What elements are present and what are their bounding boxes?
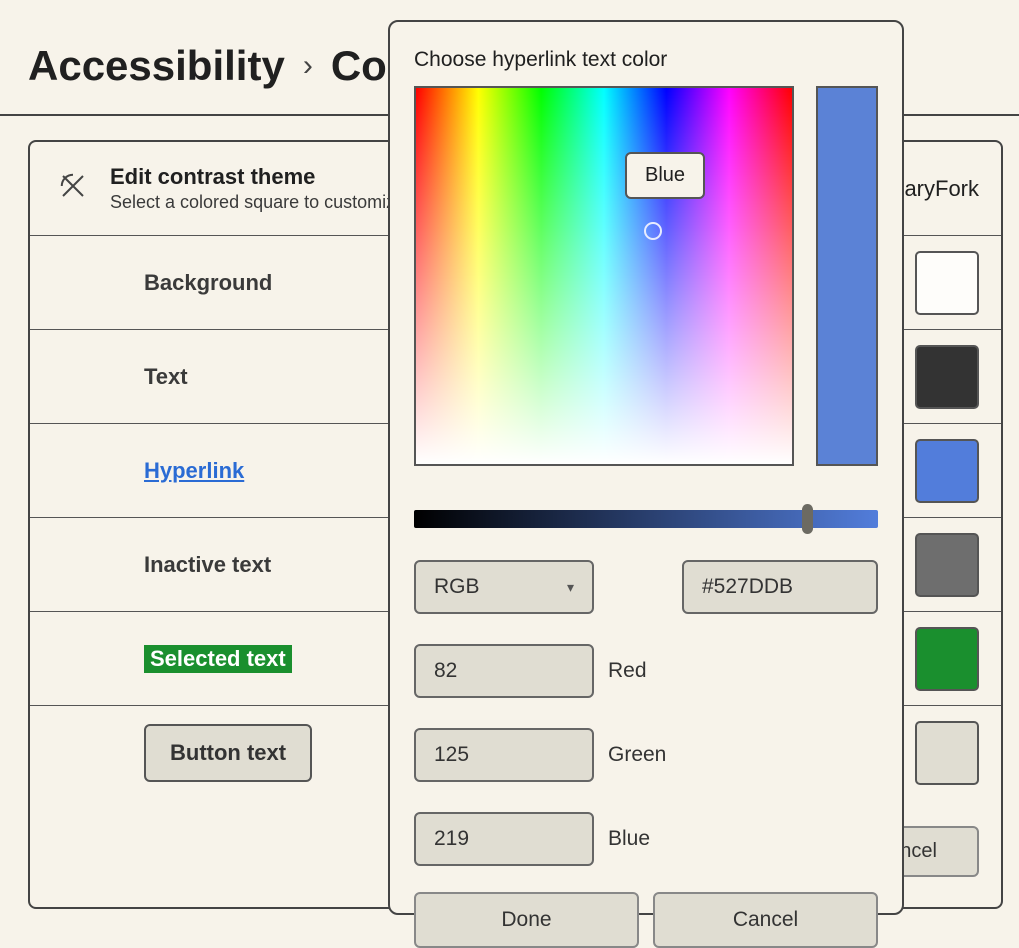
- red-label: Red: [608, 659, 647, 683]
- theme-row-label: Button text: [144, 724, 312, 782]
- color-mode-select[interactable]: RGB ▾: [414, 560, 594, 614]
- color-swatch[interactable]: [915, 345, 979, 409]
- theme-row-label: Hyperlink: [144, 458, 244, 484]
- cancel-button[interactable]: Cancel: [653, 892, 878, 948]
- color-swatch[interactable]: [915, 251, 979, 315]
- hue-slider[interactable]: [816, 86, 878, 466]
- edit-icon: [58, 171, 88, 206]
- theme-row-label: Text: [144, 364, 188, 390]
- green-label: Green: [608, 743, 666, 767]
- color-mode-value: RGB: [434, 575, 480, 599]
- value-slider-thumb[interactable]: [802, 504, 813, 534]
- color-picker-dialog: Choose hyperlink text color Blue RGB ▾ R…: [388, 20, 904, 915]
- theme-row-label: Selected text: [144, 645, 292, 673]
- blue-input[interactable]: [414, 812, 594, 866]
- theme-row-label: Background: [144, 270, 272, 296]
- picker-cursor-icon: [644, 222, 662, 240]
- color-swatch[interactable]: [915, 439, 979, 503]
- chevron-right-icon: ›: [303, 49, 313, 83]
- value-slider[interactable]: [414, 510, 878, 528]
- color-swatch[interactable]: [915, 721, 979, 785]
- red-input[interactable]: [414, 644, 594, 698]
- blue-label: Blue: [608, 827, 650, 851]
- color-swatch[interactable]: [915, 627, 979, 691]
- breadcrumb-parent[interactable]: Accessibility: [28, 42, 285, 90]
- theme-row-label: Inactive text: [144, 552, 271, 578]
- done-button[interactable]: Done: [414, 892, 639, 948]
- card-subtitle: Select a colored square to customize: [110, 192, 405, 213]
- color-tooltip: Blue: [625, 152, 705, 199]
- saturation-value-field[interactable]: Blue: [414, 86, 794, 466]
- card-title: Edit contrast theme: [110, 164, 405, 190]
- color-swatch[interactable]: [915, 533, 979, 597]
- green-input[interactable]: [414, 728, 594, 782]
- theme-name: naryFork: [892, 176, 979, 202]
- dialog-title: Choose hyperlink text color: [414, 48, 878, 72]
- chevron-down-icon: ▾: [567, 579, 574, 596]
- hex-input[interactable]: [682, 560, 878, 614]
